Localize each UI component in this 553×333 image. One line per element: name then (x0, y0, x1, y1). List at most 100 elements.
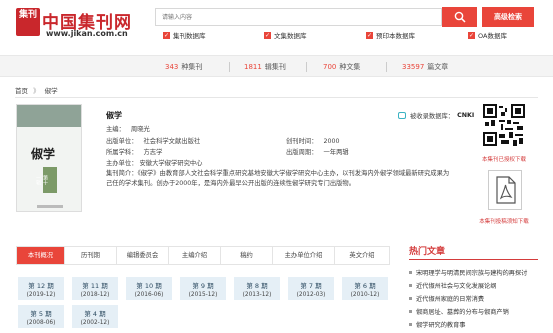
issue-number: 第 9 期 (192, 282, 214, 290)
field-label: 主编： (106, 126, 125, 133)
hot-article-item[interactable]: 近代俶州家庭的日常消费 (409, 294, 541, 303)
breadcrumb-home-link[interactable]: 首页 (15, 87, 28, 95)
hot-article-item[interactable]: 近代俶州社会与文化发展论纲 (409, 281, 541, 290)
stats-bar: 343 种集刊 1811 辑集刊 700 种文集 33597 篇文章 (0, 55, 553, 77)
issue-number: 第 7 期 (300, 282, 322, 290)
stat-label: 种文集 (339, 63, 361, 71)
filter-label: 文集数据库 (274, 32, 307, 40)
stat-ji-count: 1811 辑集刊 (244, 62, 286, 72)
journal-cover-image: 俶学 第十一辑 (16, 104, 82, 212)
hot-article-title: 近代俶州社会与文化发展论纲 (416, 283, 497, 290)
field-label: 所属学科： (106, 149, 138, 156)
bullet-icon (409, 284, 412, 287)
database-filters: ✓ 集刊数据库 ✓ 文集数据库 ✓ 预印本数据库 ✓ OA数据库 (155, 30, 535, 42)
filter-label: 集刊数据库 (173, 32, 206, 40)
hot-article-title: 俶学研究的教育事 (416, 322, 466, 329)
tab-past-issues[interactable]: 历刊期 (65, 247, 117, 264)
authorized-download-link[interactable]: 本集刊已授权下载 (472, 155, 536, 163)
issue-item[interactable]: 第 4 期 (2002-12) (72, 305, 118, 328)
journal-tabs: 本刊概况 历刊期 编辑委员会 主编介绍 稿约 主办单位介绍 英文介绍 (16, 246, 390, 265)
tab-english-intro[interactable]: 英文介绍 (335, 247, 389, 264)
divider (409, 259, 538, 260)
issue-item[interactable]: 第 9 期 (2015-12) (180, 277, 226, 300)
divider (229, 62, 230, 72)
hot-article-title: 近代俶州家庭的日常消费 (416, 296, 485, 303)
issue-date: (2013-12) (242, 292, 272, 298)
stat-number: 33597 (402, 63, 425, 71)
logo-mark-text: 集刊 (18, 10, 37, 20)
tab-call-for-papers[interactable]: 稿约 (221, 247, 273, 264)
field-value: 方志学 (143, 149, 163, 156)
stat-label: 种集刊 (181, 63, 203, 71)
filter-jikan-db[interactable]: ✓ 集刊数据库 (163, 30, 206, 40)
bullet-icon (409, 323, 412, 326)
issue-item[interactable]: 第 12 期 (2019-12) (18, 277, 64, 300)
filter-label: OA数据库 (478, 32, 507, 40)
stat-article-count: 33597 篇文章 (402, 62, 448, 72)
stat-label: 辑集刊 (264, 63, 286, 71)
field-label: 集刊简介： (106, 170, 138, 177)
search-input[interactable] (155, 8, 442, 26)
issue-date: (2015-12) (188, 292, 218, 298)
issue-item[interactable]: 第 6 期 (2010-12) (342, 277, 388, 300)
stat-jikan-count: 343 种集刊 (165, 62, 202, 72)
issue-number: 第 8 期 (246, 282, 268, 290)
issue-date: (2019-12) (26, 292, 56, 298)
tab-editor-intro[interactable]: 主编介绍 (169, 247, 221, 264)
hot-article-title: 俶商居址、墓葬的分布与俶商产销 (416, 309, 509, 316)
hot-article-item[interactable]: 俶商居址、墓葬的分布与俶商产销 (409, 307, 541, 316)
issue-item[interactable]: 第 5 期 (2008-06) (18, 305, 64, 328)
pdf-icon (496, 176, 516, 204)
tab-sponsor-intro[interactable]: 主办单位介绍 (273, 247, 335, 264)
chief-editor: 主编： 周晓光 (106, 124, 150, 133)
submission-guide-link[interactable]: 本集刊投稿须知下载 (470, 217, 538, 225)
issue-date: (2010-12) (350, 292, 380, 298)
cover-title: 俶学 (31, 147, 56, 161)
issue-date: (2018-12) (80, 292, 110, 298)
cover-subtitle: 第十一辑 (35, 175, 48, 185)
stat-number: 343 (165, 63, 179, 71)
tab-editorial-board[interactable]: 编辑委员会 (117, 247, 169, 264)
checkbox-checked-icon: ✓ (163, 31, 170, 39)
breadcrumb: 首页 》 俶学 (15, 85, 58, 95)
divider (306, 62, 307, 72)
hot-article-item[interactable]: 俶学研究的教育事 (409, 320, 541, 329)
bullet-icon (409, 310, 412, 313)
search-icon (454, 11, 466, 23)
advanced-search-button[interactable]: 高级检索 (482, 7, 534, 27)
issue-item[interactable]: 第 10 期 (2016-06) (126, 277, 172, 300)
filter-wenji-db[interactable]: ✓ 文集数据库 (264, 30, 307, 40)
site-logo-mark[interactable]: 集刊 (16, 8, 40, 36)
tag-icon (398, 112, 406, 119)
issue-number: 第 11 期 (82, 282, 108, 290)
issue-item[interactable]: 第 7 期 (2012-03) (288, 277, 334, 300)
filter-label: 预印本数据库 (376, 32, 415, 40)
stat-wenji-count: 700 种文集 (323, 62, 360, 72)
hot-article-item[interactable]: 宋明理学与明清民间宗族与建构的再探讨 (409, 268, 541, 277)
breadcrumb-current: 俶学 (44, 87, 58, 95)
tab-overview[interactable]: 本刊概况 (17, 247, 65, 264)
pdf-download-button[interactable] (488, 170, 522, 210)
sponsor: 主办单位： 安徽大学俶学研究中心 (106, 158, 202, 167)
bullet-icon (409, 297, 412, 300)
stat-number: 700 (323, 63, 337, 71)
qr-code-icon (483, 104, 525, 146)
field-value: 周晓光 (130, 126, 150, 133)
indexed-label: 被收录数据库： (410, 113, 455, 120)
breadcrumb-separator: 》 (33, 87, 40, 95)
issue-number: 第 6 期 (354, 282, 376, 290)
issue-number: 第 5 期 (30, 310, 52, 318)
checkbox-checked-icon: ✓ (264, 31, 271, 39)
indexed-databases: 被收录数据库： CNKI (398, 111, 474, 120)
search-button[interactable] (442, 7, 477, 27)
filter-preprint-db[interactable]: ✓ 预印本数据库 (366, 30, 415, 40)
field-label: 出版单位： (106, 138, 138, 145)
filter-oa-db[interactable]: ✓ OA数据库 (468, 30, 507, 40)
issue-date: (2008-06) (26, 320, 56, 326)
intro-text: 《俶学》由教育部人文社会科学重点研究基地安徽大学俶学研究中心主办，以刊发海内外俶… (106, 170, 450, 187)
issue-item[interactable]: 第 11 期 (2018-12) (72, 277, 118, 300)
stat-number: 1811 (244, 63, 262, 71)
field-value: 社会科学文献出版社 (143, 138, 201, 145)
checkbox-checked-icon: ✓ (366, 31, 373, 39)
issue-item[interactable]: 第 8 期 (2013-12) (234, 277, 280, 300)
